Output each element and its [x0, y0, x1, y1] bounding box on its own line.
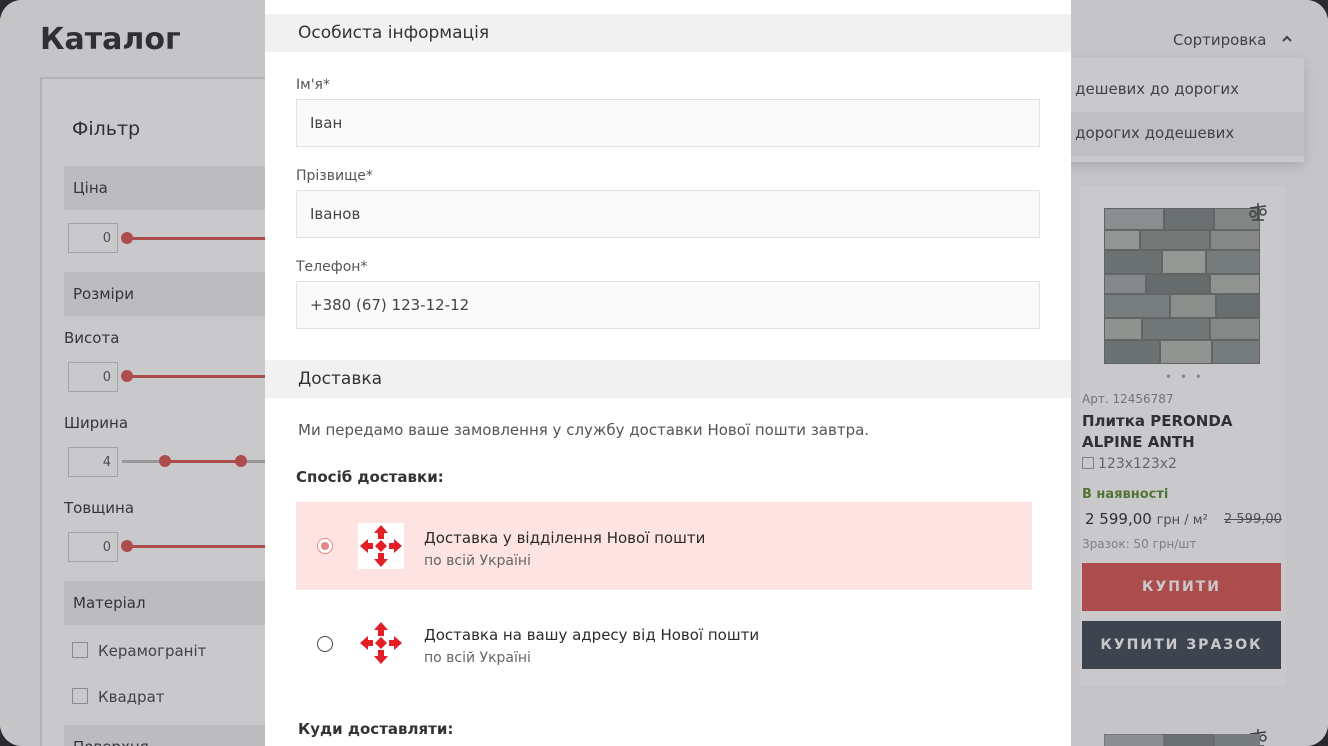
delivery-option-title: Доставка у відділення Нової пошти — [424, 529, 706, 547]
delivery-option-subtitle: по всій Україні — [424, 650, 531, 666]
personal-info-heading: Особиста інформація — [265, 14, 1071, 52]
first-name-label: Ім'я* — [296, 77, 330, 93]
nova-poshta-logo — [358, 620, 404, 666]
radio-selected[interactable] — [317, 538, 333, 554]
last-name-field[interactable]: Іванов — [296, 190, 1040, 238]
delivery-note: Ми передамо ваше замовлення у службу дос… — [298, 421, 870, 439]
delivery-option-title: Доставка на вашу адресу від Нової пошти — [424, 626, 760, 644]
delivery-option-subtitle: по всій Україні — [424, 553, 531, 569]
delivery-heading: Доставка — [265, 360, 1071, 398]
delivery-address-label: Куди доставляти: — [298, 720, 454, 738]
screen-frame: Каталог Сортировка д дешевих до дорогих … — [0, 0, 1328, 746]
nova-poshta-logo — [358, 523, 404, 569]
delivery-option-branch[interactable]: Доставка у відділення Нової пошти по всі… — [296, 502, 1032, 590]
phone-field[interactable]: +380 (67) 123-12-12 — [296, 281, 1040, 329]
radio-unselected[interactable] — [317, 636, 333, 652]
delivery-method-label: Спосіб доставки: — [296, 468, 444, 486]
last-name-label: Прізвище* — [296, 168, 373, 184]
first-name-field[interactable]: Іван — [296, 99, 1040, 147]
delivery-option-address[interactable]: Доставка на вашу адресу від Нової пошти … — [296, 599, 1032, 687]
phone-label: Телефон* — [296, 259, 368, 275]
